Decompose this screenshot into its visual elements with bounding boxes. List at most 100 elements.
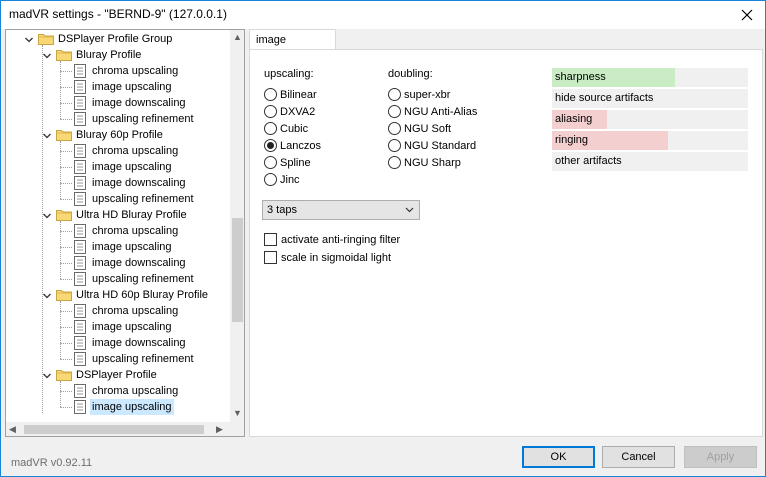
close-button[interactable] [729,1,765,29]
tree-page-node[interactable]: image downscaling [6,335,230,351]
page-icon [74,304,86,318]
radio-circle[interactable] [388,156,401,169]
radio-label: Jinc [280,174,300,186]
page-icon [74,80,86,94]
tree-folder-node[interactable]: DSPlayer Profile Group [6,31,230,47]
tree-page-node[interactable]: image downscaling [6,255,230,271]
settings-window: madVR settings - "BERND-9" (127.0.0.1) D… [0,0,766,477]
quality-meter-aliasing: aliasing [552,110,748,129]
tree-folder-node[interactable]: Bluray 60p Profile [6,127,230,143]
tree-page-node[interactable]: image upscaling [6,319,230,335]
radio-label: super-xbr [404,89,451,101]
folder-icon [38,32,54,45]
tree-connector [60,359,72,360]
tree-page-node[interactable]: image upscaling [6,159,230,175]
tree-node-label: image downscaling [92,97,186,109]
scroll-left-arrow-icon[interactable]: ◀ [9,424,16,434]
chevron-down-icon[interactable] [42,210,52,220]
tree-page-node[interactable]: chroma upscaling [6,143,230,159]
version-label: madVR v0.92.11 [11,457,93,469]
tree-folder-node[interactable]: Ultra HD Bluray Profile [6,207,230,223]
radio-circle[interactable] [264,139,277,152]
radio-label: Spline [280,157,311,169]
apply-button[interactable]: Apply [684,446,757,468]
page-icon [74,240,86,254]
scroll-down-arrow-icon[interactable]: ▼ [233,408,242,418]
tree-connector [60,407,72,408]
quality-meter-label: sharpness [555,71,606,83]
tree-horizontal-scrollbar[interactable]: ◀ ▶ [6,422,230,436]
radio-circle[interactable] [388,122,401,135]
tree-page-node[interactable]: image downscaling [6,175,230,191]
anti-ringing-label: activate anti-ringing filter [281,234,401,246]
tree-page-node[interactable]: upscaling refinement [6,271,230,287]
sigmoidal-checkbox-box[interactable] [264,251,277,264]
tree-page-node[interactable]: image downscaling [6,95,230,111]
tree-page-node[interactable]: upscaling refinement [6,111,230,127]
tree-connector [60,119,72,120]
tree-node-label: chroma upscaling [92,145,179,157]
ok-button[interactable]: OK [522,446,595,468]
radio-circle[interactable] [388,139,401,152]
chevron-down-icon[interactable] [24,34,34,44]
tree-node-label: Ultra HD 60p Bluray Profile [76,289,209,301]
tree-folder-node[interactable]: DSPlayer Profile [6,367,230,383]
tree-page-node[interactable]: upscaling refinement [6,351,230,367]
page-icon [74,224,86,238]
tree-connector [60,103,72,104]
tree-page-node[interactable]: chroma upscaling [6,383,230,399]
radio-circle[interactable] [264,156,277,169]
tree-connector [60,263,72,264]
quality-meter-label: aliasing [555,113,593,125]
radio-circle[interactable] [388,88,401,101]
scroll-right-arrow-icon[interactable]: ▶ [216,424,223,434]
tree-horizontal-scroll-thumb[interactable] [24,425,204,434]
tree-node-label: upscaling refinement [92,353,194,365]
tree-node-label: chroma upscaling [92,225,179,237]
tree-guide-line [60,141,61,199]
tree-connector [60,391,72,392]
tree-folder-node[interactable]: Ultra HD 60p Bluray Profile [6,287,230,303]
anti-ringing-checkbox-box[interactable] [264,233,277,246]
doubling-group-label: doubling: [388,68,433,80]
chevron-down-icon[interactable] [42,290,52,300]
tree-page-node[interactable]: chroma upscaling [6,303,230,319]
tree-node-label: image upscaling [90,399,174,415]
scrollbar-corner [230,422,244,436]
tree-page-node[interactable]: image upscaling [6,79,230,95]
chevron-down-icon[interactable] [42,50,52,60]
taps-dropdown[interactable]: 3 taps [262,200,420,220]
radio-circle[interactable] [264,173,277,186]
tree-guide-line [60,301,61,359]
tree-page-node[interactable]: image upscaling [6,399,230,415]
tab-image-upscaling[interactable]: image upscaling [249,29,336,66]
tree-page-node[interactable]: chroma upscaling [6,223,230,239]
scroll-up-arrow-icon[interactable]: ▲ [233,32,242,42]
tree-vertical-scrollbar[interactable]: ▲ ▼ [230,30,244,422]
page-icon [74,64,86,78]
radio-circle[interactable] [264,122,277,135]
cancel-button[interactable]: Cancel [602,446,675,468]
folder-icon [56,368,72,381]
folder-icon [56,288,72,301]
radio-circle[interactable] [264,88,277,101]
tree-node-label: Ultra HD Bluray Profile [76,209,187,221]
tree-node-label: image downscaling [92,337,186,349]
tree-node-label: image downscaling [92,257,186,269]
tree-folder-node[interactable]: Bluray Profile [6,47,230,63]
tree-page-node[interactable]: upscaling refinement [6,191,230,207]
settings-tree[interactable]: DSPlayer Profile Group Bluray Profile chro… [5,29,245,437]
tree-node-label: chroma upscaling [92,65,179,77]
radio-circle[interactable] [388,105,401,118]
chevron-down-icon[interactable] [42,370,52,380]
taps-value: 3 taps [267,204,297,216]
tree-page-node[interactable]: chroma upscaling [6,63,230,79]
radio-label: DXVA2 [280,106,316,118]
tree-page-node[interactable]: image upscaling [6,239,230,255]
tree-guide-line [60,381,61,407]
sigmoidal-label: scale in sigmoidal light [281,252,392,264]
tree-connector [60,247,72,248]
chevron-down-icon[interactable] [42,130,52,140]
radio-circle[interactable] [264,105,277,118]
tree-vertical-scroll-thumb[interactable] [232,218,243,322]
